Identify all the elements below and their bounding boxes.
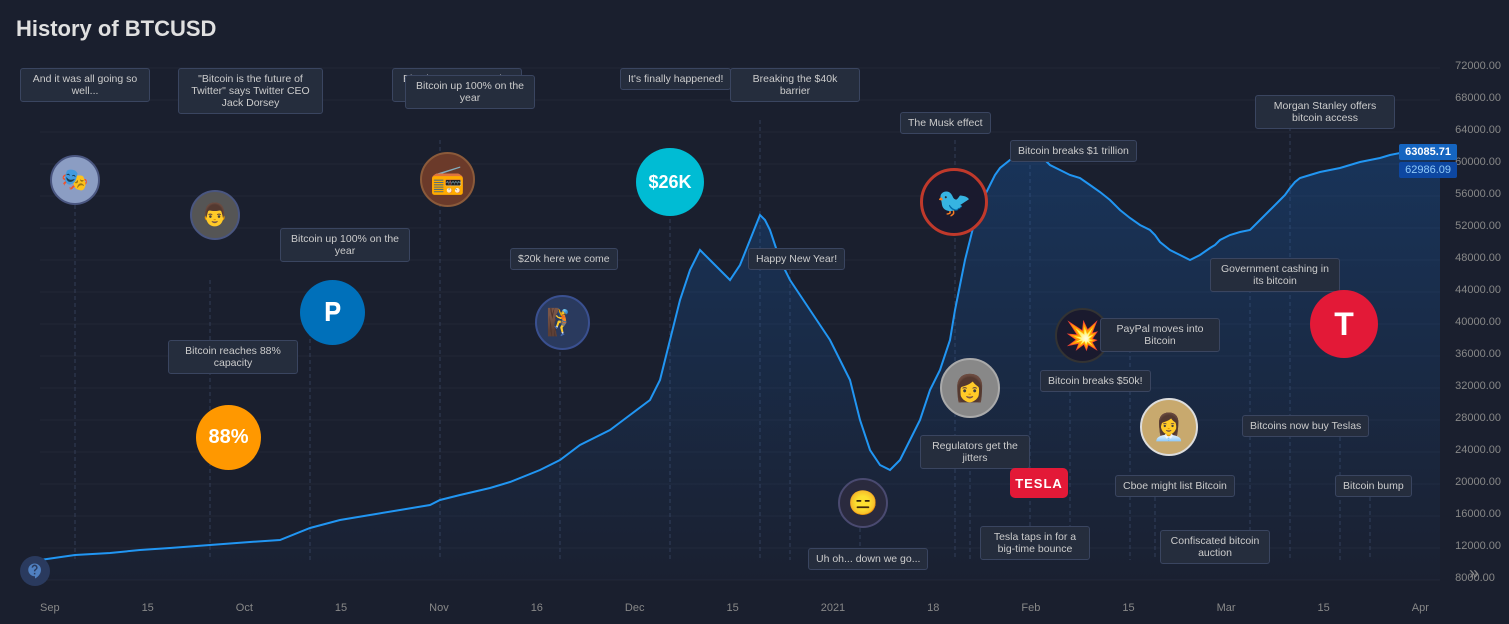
avatar-jack-dorsey: 👨 (190, 190, 240, 240)
annotation-box-10: The Musk effect (900, 112, 991, 134)
annotation-box-2: "Bitcoin is the future of Twitter" says … (178, 68, 323, 114)
annotation-box-15: PayPal moves into Bitcoin (1100, 318, 1220, 352)
annotation-box-11: Bitcoin breaks $1 trillion (1010, 140, 1137, 162)
price-current-1: 63085.71 (1399, 144, 1457, 160)
y-label-28k: 28000.00 (1455, 412, 1501, 424)
x-label-15d: 15 (1122, 602, 1134, 614)
price-current-2: 62986.09 (1399, 162, 1457, 178)
price-display: 63085.71 62986.09 (1399, 144, 1457, 178)
x-label-15a: 15 (142, 602, 154, 614)
x-label-2021: 2021 (821, 602, 845, 614)
annotation-box-22: Bitcoin reaches 88% capacity (168, 340, 298, 374)
annotation-box-6: It's finally happened! (620, 68, 731, 90)
annotation-box-9: Uh oh... down we go... (808, 548, 928, 570)
x-label-dec: Dec (625, 602, 645, 614)
y-label-40k: 40000.00 (1455, 316, 1501, 328)
nav-arrow[interactable]: » (1469, 563, 1479, 584)
y-label-64k: 64000.00 (1455, 124, 1501, 136)
annotation-100pct-year: Bitcoin up 100% on the year (405, 75, 535, 109)
avatar-woman: 👩‍💼 (1140, 398, 1198, 456)
annotation-box-1: And it was all going so well... (20, 68, 150, 102)
y-label-12k: 12000.00 (1455, 540, 1501, 552)
annotation-bump: Bitcoin bump (1335, 475, 1412, 497)
annotation-down: Uh oh... down we go... (808, 548, 928, 570)
annotation-20k: $20k here we come (510, 248, 618, 270)
annotation-box-16: Cboe might list Bitcoin (1115, 475, 1235, 497)
y-label-16k: 16000.00 (1455, 508, 1501, 520)
annotation-morgan: Morgan Stanley offers bitcoin access (1255, 95, 1395, 129)
y-label-48k: 48000.00 (1455, 252, 1501, 264)
annotation-box-7: Breaking the $40k barrier (730, 68, 860, 102)
annotation-paypal-bitcoin: PayPal moves into Bitcoin (1100, 318, 1220, 352)
badge-88pct: 88% (196, 405, 261, 470)
x-label-15e: 15 (1318, 602, 1330, 614)
annotation-happy-ny: Happy New Year! (748, 248, 845, 270)
annotation-box-5: $20k here we come (510, 248, 618, 270)
y-label-56k: 56000.00 (1455, 188, 1501, 200)
avatar-all-going-well: 🎭 (50, 155, 100, 205)
annotation-tesla-buy: Bitcoins now buy Teslas (1242, 415, 1369, 437)
x-label-16: 16 (531, 602, 543, 614)
annotation-box-8: Happy New Year! (748, 248, 845, 270)
x-label-15b: 15 (335, 602, 347, 614)
annotation-twitter: "Bitcoin is the future of Twitter" says … (178, 68, 323, 114)
annotation-box-20: Bitcoins now buy Teslas (1242, 415, 1369, 437)
annotation-box-12: Regulators get the jitters (920, 435, 1030, 469)
annotation-musk: The Musk effect (900, 112, 991, 134)
annotation-box-19: Morgan Stanley offers bitcoin access (1255, 95, 1395, 129)
y-label-44k: 44000.00 (1455, 284, 1501, 296)
icon-radio: 📻 (420, 152, 475, 207)
annotation-box-13: Bitcoin breaks $50k! (1040, 370, 1151, 392)
icon-tesla-big: T (1310, 290, 1378, 358)
x-label-mar: Mar (1217, 602, 1236, 614)
annotation-1t: Bitcoin breaks $1 trillion (1010, 140, 1137, 162)
icon-musk-twitter: 🐦 (920, 168, 988, 236)
annotation-paypal: Bitcoin up 100% on the year (280, 228, 410, 262)
x-label-sep: Sep (40, 602, 60, 614)
avatar-yellen: 👩 (940, 358, 1000, 418)
badge-26k: $26K (636, 148, 704, 216)
y-label-72k: 72000.00 (1455, 60, 1501, 72)
annotation-regulators: Regulators get the jitters (920, 435, 1030, 469)
y-label-24k: 24000.00 (1455, 444, 1501, 456)
annotation-50k: Bitcoin breaks $50k! (1040, 370, 1151, 392)
annotation-40k: Breaking the $40k barrier (730, 68, 860, 102)
chart-container: History of BTCUSD (0, 0, 1509, 624)
icon-tesla: TESLA (1010, 468, 1068, 498)
annotation-confiscated: Confiscated bitcoin auction (1160, 530, 1270, 564)
annotation-box-3: Bitcoin up 100% on the year (280, 228, 410, 262)
annotation-88pct: Bitcoin reaches 88% capacity (168, 340, 298, 374)
icon-paypal: 𝐏 (300, 280, 365, 345)
x-label-18: 18 (927, 602, 939, 614)
annotation-box-14: Tesla taps in for a big-time bounce (980, 526, 1090, 560)
y-label-36k: 36000.00 (1455, 348, 1501, 360)
y-label-20k: 20000.00 (1455, 476, 1501, 488)
x-label-apr: Apr (1412, 602, 1429, 614)
x-label-nov: Nov (429, 602, 449, 614)
annotation-box-17: Confiscated bitcoin auction (1160, 530, 1270, 564)
annotation-cboe: Cboe might list Bitcoin (1115, 475, 1235, 497)
x-label-15c: 15 (726, 602, 738, 614)
y-label-52k: 52000.00 (1455, 220, 1501, 232)
icon-ladder: 🧗 (535, 295, 590, 350)
x-label-feb: Feb (1021, 602, 1040, 614)
y-label-32k: 32000.00 (1455, 380, 1501, 392)
watermark (20, 556, 50, 586)
annotation-box-18: Government cashing in its bitcoin (1210, 258, 1340, 292)
annotation-tesla-bounce: Tesla taps in for a big-time bounce (980, 526, 1090, 560)
annotation-gov: Government cashing in its bitcoin (1210, 258, 1340, 292)
annotation-finally: It's finally happened! (620, 68, 731, 90)
annotation-all-going-well: And it was all going so well... (20, 68, 150, 102)
y-label-68k: 68000.00 (1455, 92, 1501, 104)
y-axis: 72000.00 68000.00 64000.00 60000.00 5600… (1455, 0, 1501, 624)
x-label-oct: Oct (236, 602, 253, 614)
y-label-60k: 60000.00 (1455, 156, 1501, 168)
annotation-box-21: Bitcoin bump (1335, 475, 1412, 497)
icon-sad: 😑 (838, 478, 888, 528)
x-axis: Sep 15 Oct 15 Nov 16 Dec 15 2021 18 Feb … (40, 602, 1429, 614)
